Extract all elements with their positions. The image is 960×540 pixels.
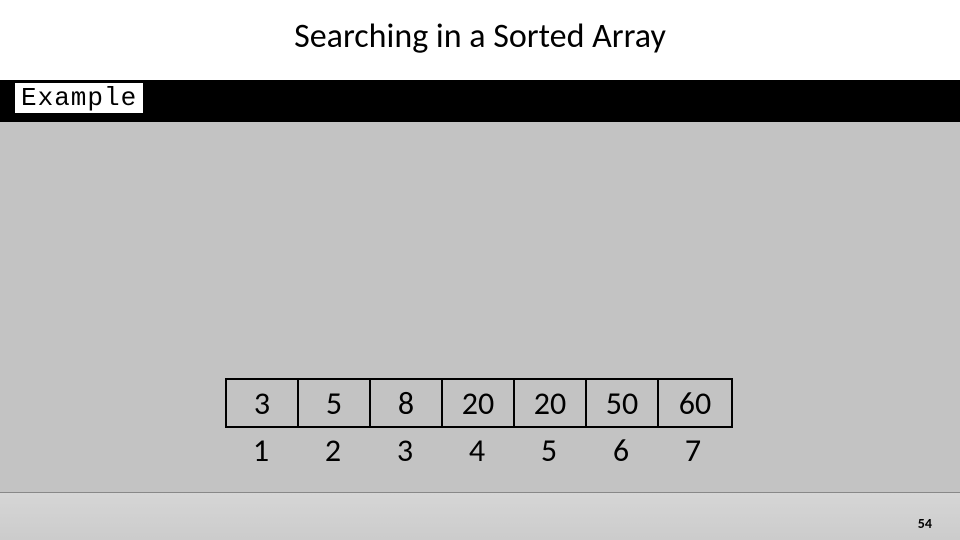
array-cell: 8 [371, 380, 443, 426]
array-cell: 20 [515, 380, 587, 426]
array-cell: 5 [299, 380, 371, 426]
array-index: 1 [225, 428, 297, 472]
array-index: 6 [585, 428, 657, 472]
slide-title: Searching in a Sorted Array [0, 0, 960, 57]
array-cell: 50 [587, 380, 659, 426]
example-bar: Example [0, 80, 960, 122]
array-indices-row: 1 2 3 4 5 6 7 [225, 428, 733, 472]
array-diagram: 3 5 8 20 20 50 60 1 2 3 4 5 6 7 [225, 378, 733, 472]
array-cell: 3 [227, 380, 299, 426]
array-index: 7 [657, 428, 729, 472]
content-area: 3 5 8 20 20 50 60 1 2 3 4 5 6 7 [0, 122, 960, 493]
array-index: 2 [297, 428, 369, 472]
array-index: 5 [513, 428, 585, 472]
array-index: 3 [369, 428, 441, 472]
page-number: 54 [918, 515, 932, 532]
array-cell: 60 [659, 380, 731, 426]
array-cell: 20 [443, 380, 515, 426]
array-values-row: 3 5 8 20 20 50 60 [225, 378, 733, 428]
array-index: 4 [441, 428, 513, 472]
slide: Searching in a Sorted Array Example 3 5 … [0, 0, 960, 540]
example-label: Example [15, 83, 143, 113]
